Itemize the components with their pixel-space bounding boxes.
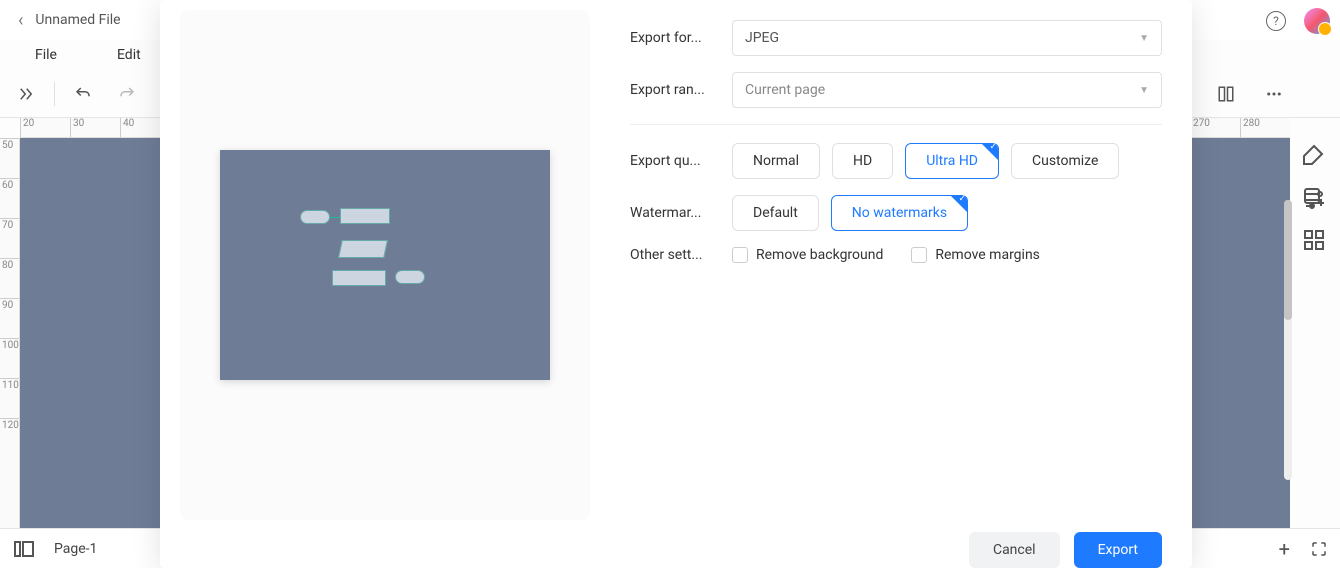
- preview-shape: [338, 240, 388, 258]
- sliders-icon[interactable]: [1302, 188, 1326, 212]
- quality-ultrahd[interactable]: Ultra HD: [905, 143, 999, 179]
- format-select[interactable]: JPEG ▼: [732, 20, 1162, 56]
- chevron-down-icon: ▼: [1139, 85, 1149, 96]
- watermark-label: Watermar...: [630, 205, 720, 221]
- export-button[interactable]: Export: [1074, 532, 1162, 568]
- remove-background-checkbox[interactable]: Remove background: [732, 247, 883, 263]
- side-toolbar: [1294, 138, 1334, 252]
- grid-icon[interactable]: [1302, 228, 1326, 252]
- preview-canvas: [220, 150, 550, 380]
- other-label: Other sett...: [630, 247, 720, 263]
- page-label[interactable]: Page-1: [54, 541, 97, 557]
- range-select[interactable]: Current page ▼: [732, 72, 1162, 108]
- file-title: Unnamed File: [35, 12, 120, 28]
- expand-icon[interactable]: [10, 78, 42, 110]
- quality-label: Export qu...: [630, 153, 720, 169]
- back-icon[interactable]: ‹: [10, 10, 31, 31]
- chevron-down-icon: ▼: [1139, 33, 1149, 44]
- preview-shape: [300, 210, 330, 224]
- paint-icon[interactable]: [1302, 144, 1326, 168]
- preview-panel: [160, 0, 610, 568]
- more-icon[interactable]: [1258, 78, 1290, 110]
- scrollbar-thumb[interactable]: [1284, 200, 1292, 320]
- quality-hd[interactable]: HD: [832, 143, 893, 179]
- quality-customize[interactable]: Customize: [1011, 143, 1119, 179]
- layout-icon[interactable]: [1210, 78, 1242, 110]
- preview-card: [180, 10, 590, 520]
- divider: [630, 124, 1162, 125]
- ruler-vertical: 50 60 70 80 90 100 110 120: [0, 138, 20, 528]
- checkbox-icon: [732, 247, 748, 263]
- cancel-button[interactable]: Cancel: [969, 532, 1060, 568]
- separator: [54, 82, 55, 106]
- menu-file[interactable]: File: [35, 47, 57, 63]
- menu-edit[interactable]: Edit: [117, 47, 141, 63]
- avatar[interactable]: [1304, 8, 1330, 34]
- watermark-none[interactable]: No watermarks: [831, 195, 968, 231]
- preview-shape: [395, 270, 425, 284]
- remove-margins-checkbox[interactable]: Remove margins: [911, 247, 1040, 263]
- quality-normal[interactable]: Normal: [732, 143, 820, 179]
- export-dialog: Export for... JPEG ▼ Export ran... Curre…: [160, 0, 1192, 568]
- preview-shape: [340, 208, 390, 224]
- scrollbar[interactable]: [1284, 200, 1292, 480]
- watermark-default[interactable]: Default: [732, 195, 819, 231]
- export-options: Export for... JPEG ▼ Export ran... Curre…: [610, 0, 1192, 568]
- format-label: Export for...: [630, 30, 720, 46]
- fullscreen-icon[interactable]: [1310, 540, 1328, 558]
- range-label: Export ran...: [630, 82, 720, 98]
- pages-icon[interactable]: [12, 537, 36, 561]
- checkbox-icon: [911, 247, 927, 263]
- preview-shape: [332, 270, 386, 286]
- redo-icon[interactable]: [111, 78, 143, 110]
- add-page-icon[interactable]: +: [1279, 537, 1290, 561]
- undo-icon[interactable]: [67, 78, 99, 110]
- help-icon[interactable]: ?: [1266, 11, 1286, 31]
